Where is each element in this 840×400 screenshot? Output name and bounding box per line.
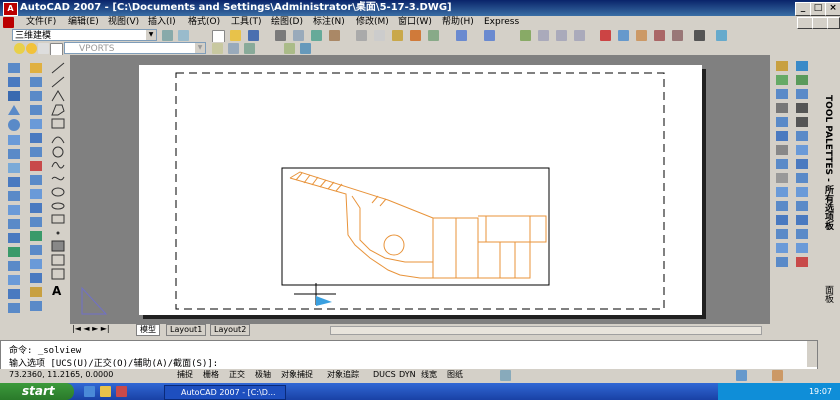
command-scrollbar[interactable] bbox=[807, 341, 817, 367]
tab-layout1[interactable]: Layout1 bbox=[166, 324, 207, 336]
communication-center-icon[interactable] bbox=[736, 370, 747, 381]
palette-tab[interactable]: 面板 bbox=[822, 285, 835, 303]
taskbar-item-autocad[interactable]: AutoCAD 2007 - [C:\D... bbox=[164, 385, 286, 400]
polar-toggle[interactable]: 极轴 bbox=[254, 369, 272, 381]
viewport-frame[interactable] bbox=[281, 167, 550, 286]
right-toolbar bbox=[770, 55, 818, 340]
start-button[interactable]: start bbox=[0, 383, 74, 400]
tab-model[interactable]: 模型 bbox=[136, 324, 160, 336]
taskbar: start AutoCAD 2007 - [C:\D... 19:07 bbox=[0, 383, 840, 400]
quicklaunch-ie-icon[interactable] bbox=[84, 386, 95, 397]
tool-palettes-panel[interactable]: TOOL PALETTES - 所有选项板 面板 bbox=[818, 55, 840, 340]
quicklaunch-media-icon[interactable] bbox=[116, 386, 127, 397]
maximize-viewport-icon[interactable] bbox=[500, 370, 511, 381]
selection-marker-icon bbox=[316, 296, 332, 306]
tab-nav-arrows[interactable]: |◄ ◄ ► ►| bbox=[72, 324, 110, 334]
horizontal-scrollbar[interactable] bbox=[330, 326, 762, 335]
printable-area-border bbox=[175, 72, 665, 310]
ducs-toggle[interactable]: DUCS bbox=[372, 369, 397, 381]
command-prompt[interactable]: 输入选项 [UCS(U)/正交(O)/辅助(A)/截面(S)]: bbox=[9, 356, 218, 369]
lock-toolbar-icon[interactable] bbox=[772, 370, 783, 381]
taskbar-item-label: AutoCAD 2007 - [C:\D... bbox=[181, 388, 276, 397]
command-history-line: 命令: _solview bbox=[9, 346, 82, 356]
tab-layout2[interactable]: Layout2 bbox=[210, 324, 251, 336]
ortho-toggle[interactable]: 正交 bbox=[228, 369, 246, 381]
status-bar: 73.2360, 11.2165, 0.0000 捕捉 栅格 正交 极轴 对象捕… bbox=[0, 369, 840, 382]
osnap-toggle[interactable]: 对象捕捉 bbox=[280, 369, 314, 381]
layout-tabs: |◄ ◄ ► ►| 模型 Layout1 Layout2 bbox=[70, 324, 770, 336]
grid-toggle[interactable]: 栅格 bbox=[202, 369, 220, 381]
quicklaunch-folder-icon[interactable] bbox=[100, 386, 111, 397]
paper-toggle[interactable]: 图纸 bbox=[446, 369, 464, 381]
system-tray: 19:07 bbox=[718, 383, 840, 400]
command-window[interactable]: 命令: _solview 输入选项 [UCS(U)/正交(O)/辅助(A)/截面… bbox=[0, 340, 818, 370]
clock[interactable]: 19:07 bbox=[809, 383, 832, 400]
otrack-toggle[interactable]: 对象追踪 bbox=[326, 369, 360, 381]
palette-title: TOOL PALETTES - 所有选项板 bbox=[823, 95, 833, 231]
coordinate-readout[interactable]: 73.2360, 11.2165, 0.0000 bbox=[8, 369, 114, 381]
part-drawing bbox=[289, 171, 547, 279]
snap-toggle[interactable]: 捕捉 bbox=[176, 369, 194, 381]
lineweight-toggle[interactable]: 线宽 bbox=[420, 369, 438, 381]
dyn-toggle[interactable]: DYN bbox=[398, 369, 417, 381]
dimension-toolbar-icons[interactable] bbox=[770, 55, 818, 340]
start-label: start bbox=[22, 384, 55, 398]
